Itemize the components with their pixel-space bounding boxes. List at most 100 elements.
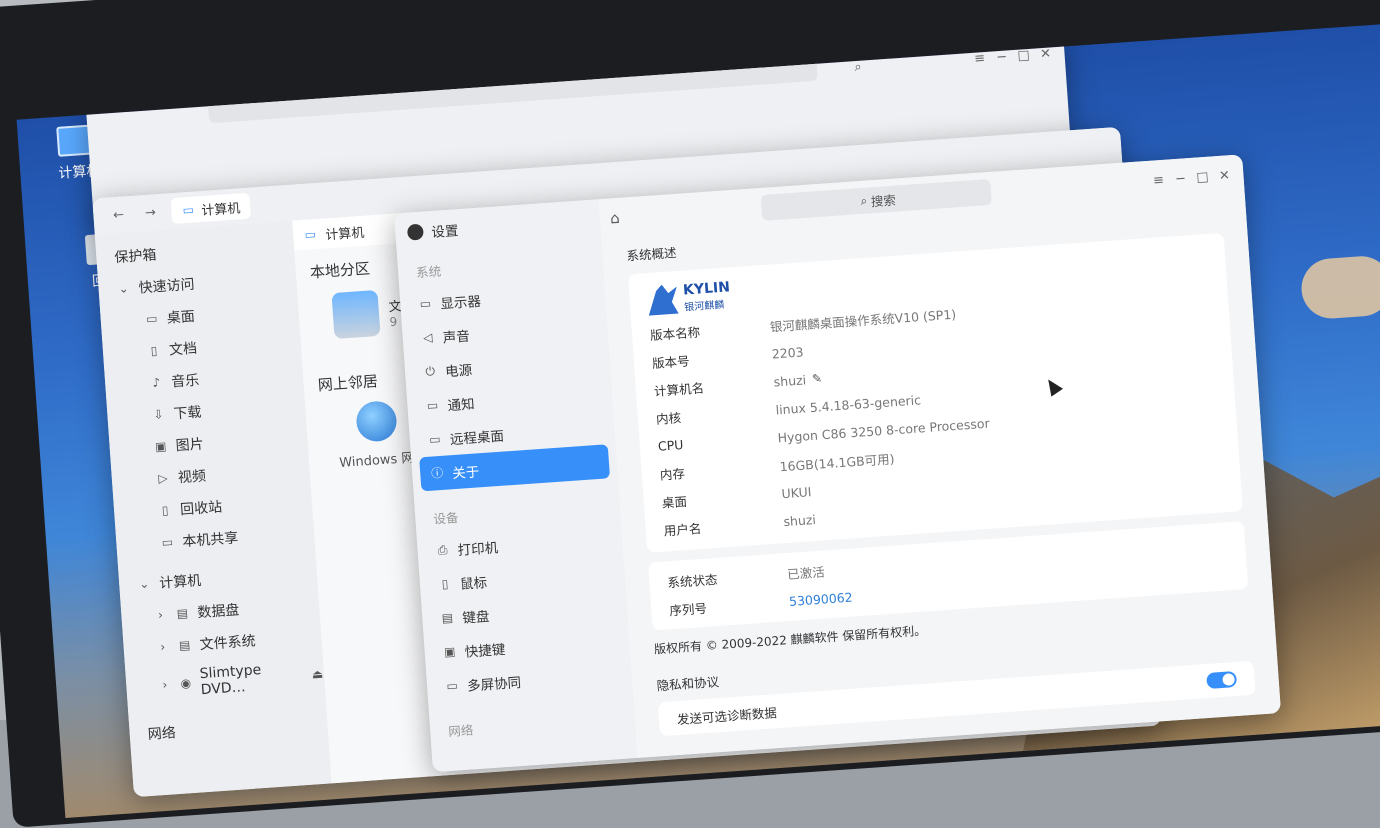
computer-list: › ▤ 数据盘 › ▤ 文件系统 › ◉ Slimtype DVD… ⏏ (138, 588, 325, 708)
chevron-right-icon: › (159, 639, 166, 654)
menu-icon[interactable]: ≡ (968, 50, 991, 67)
settings-window: 设置 系统 ▭ 显示器 ◁ 声音 ⏻ 电源 ▭ 通知 ▭ 远程桌面 ⓘ 关于 设备 ⎙ 打印机… (394, 154, 1282, 773)
sidebar-item-label: 视频 (177, 468, 207, 487)
wallpaper-cloud (1299, 254, 1380, 321)
settings-item-label: 快捷键 (464, 641, 506, 661)
settings-item-label: 声音 (442, 328, 471, 347)
minimize-icon[interactable]: − (1169, 170, 1192, 187)
mouse-icon: ▯ (441, 576, 449, 592)
info-value: shuzi (782, 511, 817, 529)
edit-icon[interactable]: ✎ (810, 371, 825, 386)
info-key: 系统状态 (666, 571, 718, 590)
address-bar[interactable]: ▭ 计算机 (170, 192, 252, 225)
info-value: shuzi (773, 371, 807, 390)
settings-item-label: 鼠标 (459, 575, 488, 593)
kylin-logo-sub: 银河麒麟 (683, 299, 725, 314)
sidebar-group-label: 计算机 (158, 572, 202, 592)
disk-icon: ▤ (178, 637, 191, 653)
sidebar-item-label: 保护箱 (113, 247, 157, 267)
hard-drive-icon (331, 289, 381, 340)
maximize-icon[interactable]: □ (1191, 169, 1214, 185)
info-value: 已激活 (786, 563, 826, 582)
settings-item-label: 显示器 (439, 293, 482, 313)
settings-app-icon (406, 223, 424, 241)
settings-item-label: 打印机 (457, 540, 499, 559)
notification-icon: ▭ (426, 398, 439, 413)
printer-icon: ⎙ (437, 542, 448, 558)
file-manager-sidebar: 保护箱 ⌄ 快速访问 ▭ 桌面 ▯ 文档 ♪ 音乐 ⇩ 下载 ▣ 图片 ▷ 视频 ▯ 回收站 … (94, 220, 332, 798)
info-key: 用户名 (663, 520, 702, 539)
forward-icon[interactable]: → (139, 204, 162, 221)
power-icon: ⏻ (424, 364, 436, 379)
info-key: 版本号 (651, 352, 691, 371)
chevron-right-icon: › (157, 607, 164, 623)
keyboard-icon: ▤ (441, 610, 454, 626)
sidebar-item-label: 网络 (147, 725, 177, 744)
sidebar-item-label: 桌面 (166, 308, 196, 327)
settings-item-label: 多屏协同 (466, 674, 522, 695)
address-text: 计算机 (200, 200, 241, 219)
sidebar-item-label: Slimtype DVD… (199, 662, 262, 699)
settings-item-label: 通知 (447, 396, 476, 415)
info-key: 序列号 (668, 600, 708, 618)
eject-icon[interactable]: ⏏ (311, 667, 325, 682)
sidebar-item-label: 音乐 (170, 372, 200, 391)
globe-icon (355, 399, 398, 443)
search-icon[interactable]: ⌕ (846, 59, 869, 75)
system-info-card: KYLIN 银河麒麟 版本名称 银河麒麟桌面操作系统V10 (SP1) 版本号 22… (627, 232, 1243, 553)
settings-sidebar: 设置 系统 ▭ 显示器 ◁ 声音 ⏻ 电源 ▭ 通知 ▭ 远程桌面 ⓘ 关于 设备 ⎙ 打印机… (394, 199, 638, 773)
serial-number-link[interactable]: 53090062 (789, 589, 854, 608)
chevron-down-icon: ⌄ (138, 576, 150, 592)
info-key: 计算机名 (653, 379, 705, 399)
quick-access-list: ▭ 桌面 ▯ 文档 ♪ 音乐 ⇩ 下载 ▣ 图片 ▷ 视频 ▯ 回收站 ▭ 本机共享 (118, 293, 315, 561)
sidebar-item-label: 文档 (168, 340, 198, 359)
picture-icon: ▣ (154, 439, 167, 454)
kylin-logo-icon (647, 284, 679, 316)
document-icon: ▯ (150, 343, 158, 358)
diagnostic-data-label: 发送可选诊断数据 (676, 704, 778, 727)
share-folder-icon: ▭ (161, 534, 174, 550)
search-icon: ⌕ (859, 193, 868, 209)
computer-icon: ▭ (304, 227, 317, 242)
diagnostic-data-toggle[interactable] (1206, 670, 1238, 690)
computer-icon: ▭ (182, 202, 195, 218)
sound-icon: ◁ (422, 330, 433, 345)
optical-drive-icon: ◉ (180, 675, 192, 691)
info-key: 内存 (659, 465, 686, 483)
info-key: 桌面 (661, 493, 688, 511)
info-value: UKUI (780, 483, 812, 501)
sidebar-item-label: 文件系统 (199, 633, 257, 654)
minimize-icon[interactable]: − (990, 49, 1013, 65)
download-icon: ⇩ (152, 407, 165, 422)
maximize-icon[interactable]: □ (1012, 47, 1035, 63)
info-value: linux 5.4.18-63-generic (775, 391, 922, 417)
settings-content: ⌂ ⌕ 搜索 ≡ − □ ✕ 系统概述 KYLIN 银河麒麟 版本名称 银河麒麟… (598, 154, 1282, 758)
settings-title: 设置 (430, 223, 460, 242)
sidebar-item-label: 下载 (172, 404, 203, 423)
sidebar-group-label: 快速访问 (138, 276, 196, 297)
desktop-icon: ▭ (145, 311, 158, 327)
settings-item-label: 远程桌面 (449, 428, 505, 449)
sidebar-item-label: 回收站 (179, 499, 223, 519)
toggle-knob (1222, 673, 1236, 686)
sidebar-item-network[interactable]: 网络 (147, 706, 329, 750)
menu-icon[interactable]: ≡ (1147, 172, 1170, 188)
settings-item-label: 键盘 (461, 608, 490, 627)
sidebar-item-label: 图片 (175, 436, 205, 455)
close-icon[interactable]: ✕ (1034, 46, 1057, 62)
back-icon[interactable]: ← (107, 207, 130, 223)
sidebar-item-label: 数据盘 (196, 602, 240, 622)
multi-screen-icon: ▭ (445, 678, 459, 694)
chevron-right-icon: › (161, 677, 168, 692)
settings-item-label: 关于 (451, 464, 480, 483)
video-icon: ▷ (157, 471, 169, 486)
close-icon[interactable]: ✕ (1213, 167, 1236, 184)
info-icon: ⓘ (430, 465, 444, 481)
info-key: 内核 (655, 409, 682, 427)
display-icon: ▭ (419, 296, 432, 312)
info-value: 2203 (771, 343, 805, 362)
trash-icon: ▯ (161, 503, 169, 518)
home-icon[interactable]: ⌂ (607, 209, 622, 228)
desktop-screen: 计算机 回 sl ⌕ ≡ − □ ✕ ← → ▭ 计算机 (16, 23, 1380, 819)
chevron-down-icon: ⌄ (118, 281, 130, 296)
